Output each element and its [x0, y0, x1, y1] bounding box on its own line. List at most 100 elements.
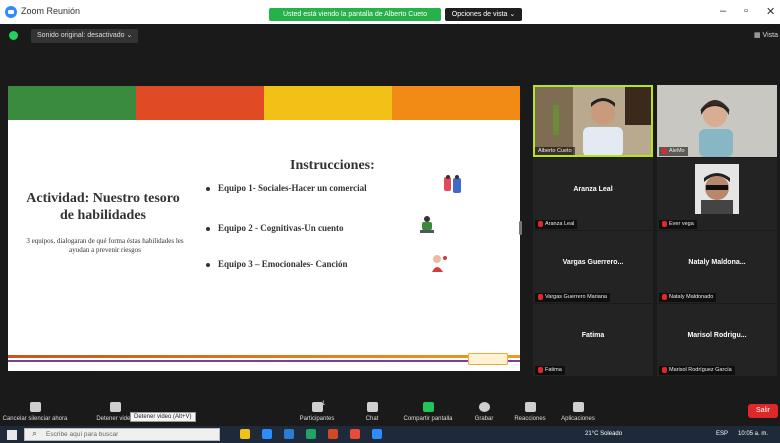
muted-mic-icon	[538, 220, 543, 227]
participant-tile[interactable]: Nataly Maldona... Nataly Maldonado	[657, 231, 777, 303]
bullet-text: Equipo 3 – Emocionales- Canción	[218, 259, 348, 269]
participant-name-text: Vargas Guerrero Mariana	[545, 294, 607, 300]
gallery-view-button[interactable]: ▦ Vista	[754, 31, 778, 39]
windows-start-icon[interactable]	[7, 430, 17, 440]
emotional-team-illustration-icon	[432, 255, 447, 272]
leave-meeting-button[interactable]: Salir	[748, 404, 778, 418]
video-camera-icon	[109, 402, 121, 412]
zoom-app-icon	[5, 6, 17, 18]
title-bar: Zoom Reunión Usted está viendo la pantal…	[0, 0, 780, 24]
muted-microphone-icon	[29, 402, 41, 412]
record-label: Grabar	[474, 416, 494, 422]
security-shield-icon[interactable]	[9, 31, 18, 40]
shared-presentation-slide: Actividad: Nuestro tesoro de habilidades…	[8, 86, 520, 371]
stop-video-tooltip: Detener video (Alt+V)	[130, 412, 196, 422]
slide-footer-stripe-purple	[8, 360, 520, 362]
participant-name-label: Aranza Leal	[535, 220, 578, 229]
participant-tile[interactable]: Marisol Rodrigu... Marisol Rodríguez Gar…	[657, 304, 777, 376]
participant-name-text: Aranza Leal	[545, 221, 575, 227]
record-icon	[478, 402, 490, 412]
participant-name-text: Marisol Rodríguez García	[669, 367, 732, 373]
participant-display-name: Marisol Rodrigu...	[687, 332, 747, 339]
participant-name-text: Fatima	[545, 367, 562, 373]
participant-tile[interactable]: Fatima Fatima	[533, 304, 653, 376]
participants-icon	[311, 402, 323, 412]
participant-display-name: Nataly Maldona...	[688, 259, 746, 266]
participant-name-label: Nataly Maldonado	[659, 293, 717, 302]
file-explorer-icon[interactable]	[240, 429, 250, 439]
reactions-icon	[524, 402, 536, 412]
muted-mic-icon	[662, 366, 667, 373]
split-view-drag-handle[interactable]	[519, 221, 522, 235]
participant-name-label: Fatima	[535, 366, 565, 375]
social-team-illustration-icon	[444, 175, 461, 193]
participant-display-name: Fatima	[581, 332, 605, 339]
cognitive-team-illustration-icon	[420, 216, 434, 233]
zoom-window: Zoom Reunión Usted está viendo la pantal…	[0, 0, 780, 443]
share-screen-icon	[422, 402, 434, 412]
muted-mic-icon	[662, 147, 667, 154]
share-screen-label: Compartir pantalla	[403, 416, 453, 422]
powerpoint-icon[interactable]	[328, 429, 338, 439]
excel-icon[interactable]	[306, 429, 316, 439]
activity-title: Actividad: Nuestro tesoro de habilidades	[26, 191, 180, 223]
unmute-button[interactable]: Cancelar silenciar ahora	[0, 402, 70, 422]
participant-name-label: Alberto Cueto	[535, 147, 575, 156]
close-button[interactable]: ✕	[766, 5, 775, 18]
slide-footer-stripe	[8, 355, 520, 358]
muted-mic-icon	[662, 293, 667, 300]
input-language[interactable]: ESP	[716, 431, 728, 437]
participant-name-label: Vargas Guerrero Mariana	[535, 293, 610, 302]
bullet-text: Equipo 1- Sociales-Hacer un comercial	[218, 183, 367, 193]
apps-icon	[572, 402, 584, 412]
participant-tile[interactable]: AleMo	[657, 85, 777, 157]
unmute-label: Cancelar silenciar ahora	[2, 416, 68, 422]
window-title: Zoom Reunión	[21, 6, 81, 16]
taskbar-clock[interactable]: 10:05 a. m.	[738, 431, 768, 437]
color-band-green	[8, 86, 136, 120]
bullet-icon	[206, 226, 210, 231]
participant-name-label: AleMo	[659, 147, 688, 156]
participant-name-text: Nataly Maldonado	[669, 294, 714, 300]
participant-tile[interactable]: Ever vega	[657, 158, 777, 230]
original-sound-button[interactable]: Sonido original: desactivado ⌄	[31, 29, 139, 43]
participant-name-label: Ever vega	[659, 220, 697, 229]
bullet-icon	[206, 186, 210, 191]
zoom-taskbar-icon[interactable]	[372, 429, 382, 439]
participant-tile[interactable]: Aranza Leal Aranza Leal	[533, 158, 653, 230]
apps-button[interactable]: Aplicaciones	[543, 402, 613, 422]
weather-widget[interactable]: 21°C Soleado	[585, 431, 622, 437]
muted-mic-icon	[662, 220, 667, 227]
participant-tile[interactable]: Vargas Guerrero... Vargas Guerrero Maria…	[533, 231, 653, 303]
chrome-icon[interactable]	[350, 429, 360, 439]
participant-name-text: Ever vega	[669, 221, 694, 227]
participants-count: 1	[322, 401, 326, 407]
participant-tile[interactable]: Alberto Cueto	[533, 85, 653, 157]
apps-label: Aplicaciones	[561, 416, 595, 422]
taskbar-search-placeholder: Escribe aquí para buscar	[46, 431, 119, 438]
color-band-yellow	[264, 86, 392, 120]
participant-name-text: AleMo	[669, 148, 685, 154]
edge-browser-icon[interactable]	[262, 429, 272, 439]
color-band-red	[136, 86, 264, 120]
muted-mic-icon	[538, 366, 543, 373]
bullet-text: Equipo 2 - Cognitivas-Un cuento	[218, 223, 344, 233]
participant-display-name: Aranza Leal	[573, 186, 613, 193]
bullet-item: Equipo 2 - Cognitivas-Un cuento	[206, 223, 344, 233]
bullet-item: Equipo 1- Sociales-Hacer un comercial	[206, 183, 367, 193]
search-icon: ⌕	[32, 428, 38, 438]
participant-name-label: Marisol Rodríguez García	[659, 366, 735, 375]
participants-label: Participantes	[299, 416, 335, 422]
chat-label: Chat	[365, 416, 379, 422]
maximize-button[interactable]: ▫	[744, 5, 748, 17]
organization-logo	[468, 353, 508, 365]
stop-video-label: Detener video	[96, 416, 134, 422]
screen-share-banner: Usted está viendo la pantalla de Alberto…	[269, 8, 441, 21]
participant-display-name: Vargas Guerrero...	[562, 259, 624, 266]
minimize-button[interactable]: –	[720, 5, 726, 17]
instructions-title: Instrucciones:	[290, 158, 375, 173]
word-icon[interactable]	[284, 429, 294, 439]
view-options-button[interactable]: Opciones de vista ⌄	[445, 8, 522, 21]
activity-description: 3 equipos, dialogaran de qué forma éstas…	[26, 237, 184, 254]
reactions-label: Reacciones	[514, 416, 546, 422]
